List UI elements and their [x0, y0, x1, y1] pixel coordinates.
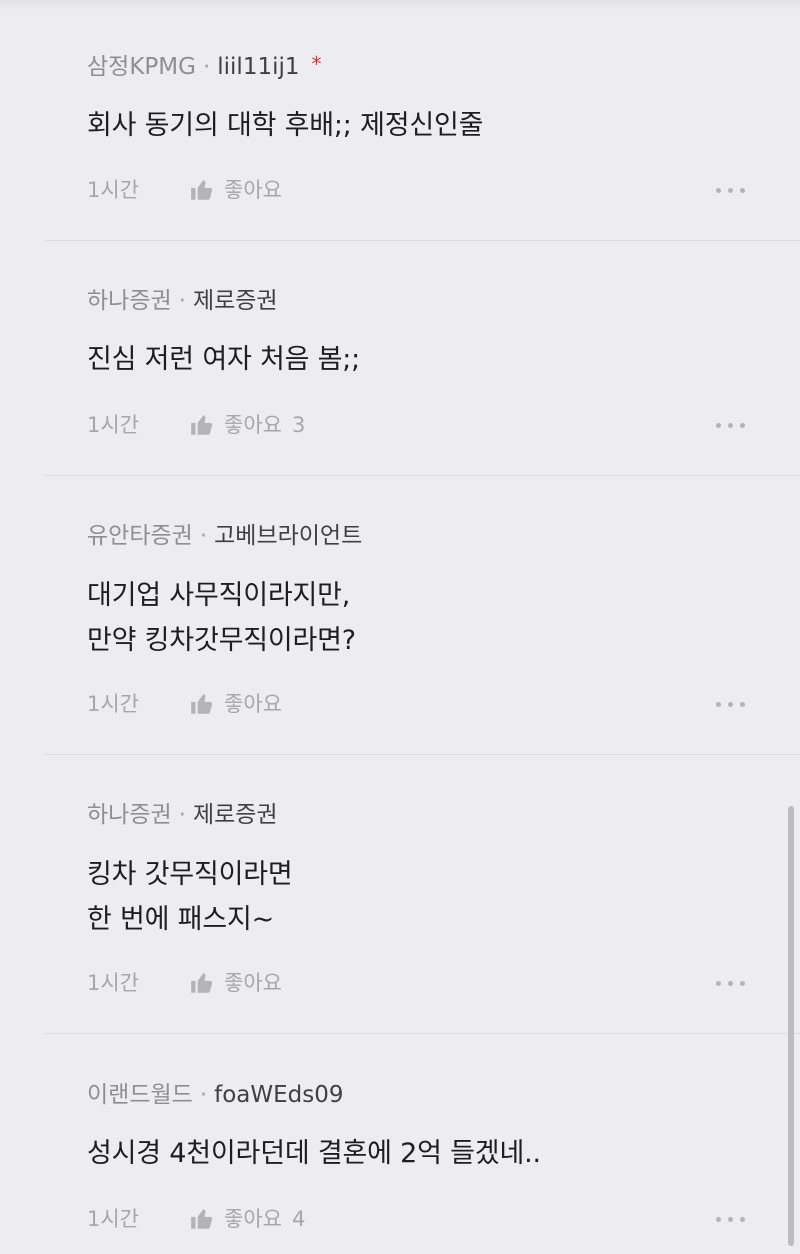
author-nickname: 제로증권 — [192, 802, 278, 828]
more-options-button[interactable] — [716, 968, 745, 998]
comment-body: 킹차 갓무직이라면 한 번에 패스지~ — [87, 852, 747, 942]
more-dots-icon — [716, 980, 721, 986]
like-label: 좋아요 — [224, 1207, 282, 1231]
scrollbar[interactable] — [788, 806, 794, 1246]
comment-line: 성시경 4천이라던데 결혼에 2억 들겠네.. — [87, 1138, 541, 1169]
author-company: 하나증권 — [87, 288, 172, 314]
separator-dot: · — [178, 802, 186, 828]
separator-dot: · — [199, 523, 208, 549]
thumbs-up-icon — [191, 1209, 213, 1229]
author-company: 하나증권 — [87, 802, 172, 828]
comment-line: 대기업 사무직이라지만, — [87, 580, 351, 611]
comment-meta: 1시간 좋아요 — [87, 175, 747, 205]
like-label: 좋아요 — [224, 413, 282, 437]
separator-dot: · — [178, 288, 186, 314]
comment-time: 1시간 — [87, 178, 140, 202]
comment-meta: 1시간 좋아요 3 — [87, 410, 747, 440]
comment-meta: 1시간 좋아요 — [87, 968, 747, 998]
like-button[interactable]: 좋아요 4 — [189, 1204, 305, 1234]
comment-author[interactable]: 이랜드월드 · foaWEds09 — [87, 1080, 344, 1110]
like-label: 좋아요 — [224, 178, 282, 202]
more-dots-icon — [716, 1216, 721, 1222]
separator-dot: · — [202, 54, 211, 80]
comment-line: 회사 동기의 대학 후배;; 제정신인줄 — [87, 110, 484, 141]
comment-time: 1시간 — [87, 692, 140, 716]
comment-line: 킹차 갓무직이라면 — [87, 859, 293, 890]
top-edge — [0, 0, 800, 10]
thumbs-up-icon — [191, 694, 213, 714]
divider — [44, 240, 800, 241]
author-nickname: foaWEds09 — [214, 1082, 344, 1108]
comment-body: 회사 동기의 대학 후배;; 제정신인줄 — [87, 103, 747, 148]
like-button[interactable]: 좋아요 3 — [189, 410, 305, 440]
more-options-button[interactable] — [716, 689, 745, 719]
comment-author[interactable]: 유안타증권 · 고베브라이언트 — [87, 521, 362, 551]
like-button[interactable]: 좋아요 — [189, 968, 292, 998]
like-button[interactable]: 좋아요 — [189, 175, 292, 205]
thumbs-up-icon — [191, 973, 213, 993]
comment-meta: 1시간 좋아요 4 — [87, 1204, 747, 1234]
comment-author[interactable]: 하나증권 · 제로증권 — [87, 800, 278, 830]
comment-line: 만약 킹차갓무직이라면? — [87, 625, 356, 656]
more-options-button[interactable] — [716, 175, 745, 205]
comment-meta: 1시간 좋아요 — [87, 689, 747, 719]
author-mark: * — [311, 52, 322, 76]
author-company: 유안타증권 — [87, 523, 193, 549]
author-nickname: 고베브라이언트 — [214, 523, 363, 549]
divider — [44, 475, 800, 476]
comment-time: 1시간 — [87, 971, 140, 995]
comment-line: 진심 저런 여자 처음 봄;; — [87, 344, 361, 375]
author-company: 이랜드월드 — [87, 1082, 193, 1108]
thumbs-up-icon — [191, 415, 213, 435]
more-dots-icon — [716, 422, 721, 428]
like-count: 4 — [291, 1207, 306, 1231]
divider — [44, 754, 800, 755]
like-label: 좋아요 — [224, 692, 282, 716]
more-dots-icon — [716, 187, 721, 193]
comment-body: 성시경 4천이라던데 결혼에 2억 들겠네.. — [87, 1131, 747, 1176]
comment-body: 대기업 사무직이라지만, 만약 킹차갓무직이라면? — [87, 573, 747, 663]
like-label: 좋아요 — [224, 971, 282, 995]
comment-author[interactable]: 하나증권 · 제로증권 — [87, 286, 278, 316]
comment-body: 진심 저런 여자 처음 봄;; — [87, 337, 747, 382]
thumbs-up-icon — [191, 180, 213, 200]
comment-time: 1시간 — [87, 1207, 140, 1231]
more-options-button[interactable] — [716, 410, 745, 440]
comment-time: 1시간 — [87, 413, 140, 437]
author-company: 삼정KPMG — [87, 54, 196, 80]
divider — [44, 1033, 800, 1034]
like-button[interactable]: 좋아요 — [189, 689, 292, 719]
more-options-button[interactable] — [716, 1204, 745, 1234]
separator-dot: · — [199, 1082, 208, 1108]
comment-author[interactable]: 삼정KPMG · liil11ij1 * — [87, 52, 322, 82]
like-count: 3 — [291, 413, 306, 437]
comment-line: 한 번에 패스지~ — [87, 904, 275, 935]
author-nickname: 제로증권 — [192, 288, 278, 314]
more-dots-icon — [716, 701, 721, 707]
author-nickname: liil11ij1 — [217, 54, 300, 80]
